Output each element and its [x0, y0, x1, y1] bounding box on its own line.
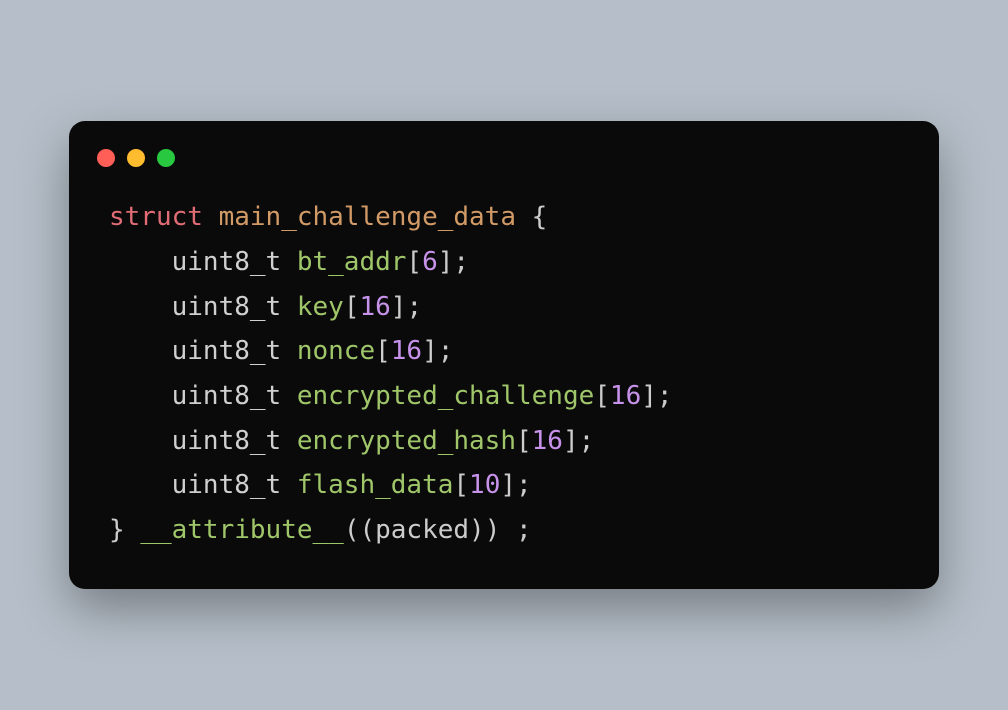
field-type: uint8_t	[172, 336, 282, 366]
code-line: } __attribute__((packed)) ;	[109, 508, 899, 553]
semicolon: ;	[453, 247, 469, 277]
open-bracket: [	[375, 336, 391, 366]
close-bracket: ]	[641, 381, 657, 411]
open-bracket: [	[516, 426, 532, 456]
code-line: uint8_t nonce[16];	[109, 329, 899, 374]
semicolon: ;	[516, 470, 532, 500]
field-size: 16	[610, 381, 641, 411]
attribute-name: __attribute__	[140, 515, 344, 545]
open-bracket: [	[406, 247, 422, 277]
field-size: 16	[391, 336, 422, 366]
minimize-icon[interactable]	[127, 149, 145, 167]
code-line: uint8_t key[16];	[109, 285, 899, 330]
semicolon: ;	[438, 336, 454, 366]
code-line: uint8_t flash_data[10];	[109, 463, 899, 508]
field-size: 16	[359, 292, 390, 322]
semicolon: ;	[579, 426, 595, 456]
close-bracket: ]	[391, 292, 407, 322]
field-name: key	[297, 292, 344, 322]
close-icon[interactable]	[97, 149, 115, 167]
field-name: encrypted_challenge	[297, 381, 594, 411]
code-line: uint8_t bt_addr[6];	[109, 240, 899, 285]
close-paren: )	[485, 515, 501, 545]
close-bracket: ]	[422, 336, 438, 366]
code-window: struct main_challenge_data {uint8_t bt_a…	[69, 121, 939, 589]
code-line: uint8_t encrypted_challenge[16];	[109, 374, 899, 419]
semicolon: ;	[657, 381, 673, 411]
field-size: 10	[469, 470, 500, 500]
close-bracket: ]	[438, 247, 454, 277]
semicolon: ;	[406, 292, 422, 322]
open-paren-inner: (	[359, 515, 375, 545]
open-bracket: [	[594, 381, 610, 411]
window-titlebar	[69, 149, 939, 187]
field-type: uint8_t	[172, 381, 282, 411]
keyword-struct: struct	[109, 202, 203, 232]
field-name: nonce	[297, 336, 375, 366]
code-line: uint8_t encrypted_hash[16];	[109, 419, 899, 464]
close-bracket: ]	[500, 470, 516, 500]
code-block: struct main_challenge_data {uint8_t bt_a…	[69, 187, 939, 553]
field-type: uint8_t	[172, 247, 282, 277]
field-type: uint8_t	[172, 470, 282, 500]
close-paren-inner: )	[469, 515, 485, 545]
open-bracket: [	[453, 470, 469, 500]
field-type: uint8_t	[172, 426, 282, 456]
field-name: bt_addr	[297, 247, 407, 277]
code-line: struct main_challenge_data {	[109, 195, 899, 240]
open-paren: (	[344, 515, 360, 545]
open-bracket: [	[344, 292, 360, 322]
semicolon: ;	[516, 515, 532, 545]
field-type: uint8_t	[172, 292, 282, 322]
field-size: 6	[422, 247, 438, 277]
struct-name: main_challenge_data	[219, 202, 516, 232]
field-name: encrypted_hash	[297, 426, 516, 456]
open-brace: {	[532, 202, 548, 232]
attribute-arg: packed	[375, 515, 469, 545]
field-size: 16	[532, 426, 563, 456]
close-brace: }	[109, 515, 125, 545]
field-name: flash_data	[297, 470, 454, 500]
maximize-icon[interactable]	[157, 149, 175, 167]
close-bracket: ]	[563, 426, 579, 456]
